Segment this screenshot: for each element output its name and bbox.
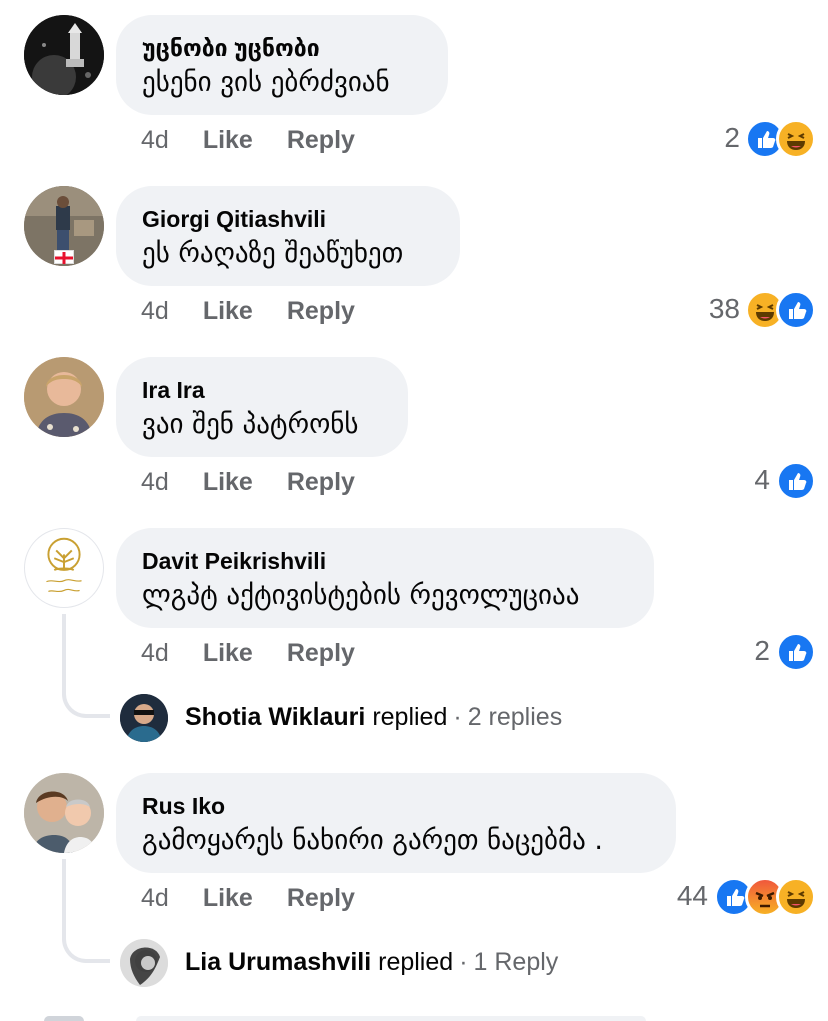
comment-actions: 4d Like Reply <box>141 468 355 497</box>
thread-connector <box>62 859 110 963</box>
reaction-count[interactable]: 2 <box>700 122 740 154</box>
avatar[interactable] <box>24 15 104 95</box>
reply-author[interactable]: Lia Urumashvili <box>185 948 371 976</box>
avatar[interactable] <box>24 773 104 853</box>
like-icon <box>776 290 816 330</box>
georgia-flag-icon <box>54 250 74 264</box>
comment-bubble: უცნობი უცნობი ესენი ვის ებრძვიან <box>116 15 448 115</box>
avatar[interactable] <box>24 186 104 266</box>
comment-text: ესენი ვის ებრძვიან <box>142 67 390 98</box>
like-button[interactable]: Like <box>203 297 253 325</box>
avatar-image <box>120 939 168 987</box>
next-avatar-edge <box>44 1016 84 1021</box>
replies-summary[interactable]: Shotia Wiklauri replied · 2 replies <box>185 703 562 732</box>
reply-button[interactable]: Reply <box>287 126 355 154</box>
comment-actions: 4d Like Reply <box>141 297 355 326</box>
comment-bubble: Giorgi Qitiashvili ეს რაღაზე შეაწუხეთ <box>116 186 460 286</box>
comment-time[interactable]: 4d <box>141 126 169 154</box>
comment-actions: 4d Like Reply <box>141 126 355 155</box>
comment-time[interactable]: 4d <box>141 639 169 667</box>
like-button[interactable]: Like <box>203 639 253 667</box>
comment-time[interactable]: 4d <box>141 297 169 325</box>
comment-actions: 4d Like Reply <box>141 639 355 668</box>
avatar-image <box>24 15 104 95</box>
avatar[interactable] <box>24 357 104 437</box>
like-button[interactable]: Like <box>203 884 253 912</box>
comment-bubble: Ira Ira ვაი შენ პატრონს <box>116 357 408 457</box>
like-icon <box>776 461 816 501</box>
like-button[interactable]: Like <box>203 126 253 154</box>
comment-author[interactable]: Davit Peikrishvili <box>142 547 626 575</box>
reaction-count[interactable]: 44 <box>646 880 708 912</box>
comment-bubble: Davit Peikrishvili ლგპტ აქტივისტების რევ… <box>116 528 654 628</box>
haha-icon <box>776 119 816 159</box>
separator: · <box>453 703 462 731</box>
comment-text: ეს რაღაზე შეაწუხეთ <box>142 238 404 269</box>
avatar[interactable] <box>120 694 168 742</box>
replied-label: replied <box>378 948 454 976</box>
reaction-count[interactable]: 2 <box>730 635 770 667</box>
reaction-count[interactable]: 4 <box>730 464 770 496</box>
like-button[interactable]: Like <box>203 468 253 496</box>
replied-label: replied <box>372 703 448 731</box>
next-bubble-edge <box>136 1016 646 1021</box>
comment-author[interactable]: Giorgi Qitiashvili <box>142 205 432 233</box>
avatar[interactable] <box>120 939 168 987</box>
reply-button[interactable]: Reply <box>287 884 355 912</box>
comment-time[interactable]: 4d <box>141 884 169 912</box>
comment-actions: 4d Like Reply <box>141 884 355 913</box>
comment-time[interactable]: 4d <box>141 468 169 496</box>
comment-text: ლგპტ აქტივისტების რევოლუციაა <box>142 580 580 611</box>
avatar-image <box>24 357 104 437</box>
comment-author[interactable]: Ira Ira <box>142 376 380 404</box>
tree-of-life-logo <box>46 537 82 593</box>
reply-button[interactable]: Reply <box>287 468 355 496</box>
reply-author[interactable]: Shotia Wiklauri <box>185 703 365 731</box>
comment-author[interactable]: Rus Iko <box>142 792 648 820</box>
replies-summary[interactable]: Lia Urumashvili replied · 1 Reply <box>185 948 558 977</box>
avatar-image <box>120 694 168 742</box>
comment-author[interactable]: უცნობი უცნობი <box>142 34 420 62</box>
comment-text: ვაი შენ პატრონს <box>142 409 359 440</box>
comment-bubble: Rus Iko გამოყარეს ნახირი გარეთ ნაცებმა . <box>116 773 676 873</box>
avatar[interactable] <box>24 528 104 608</box>
avatar-image <box>24 773 104 853</box>
haha-icon <box>776 877 816 917</box>
comment-text: გამოყარეს ნახირი გარეთ ნაცებმა . <box>142 825 603 856</box>
replies-count[interactable]: 1 Reply <box>474 948 559 976</box>
reply-button[interactable]: Reply <box>287 639 355 667</box>
reply-button[interactable]: Reply <box>287 297 355 325</box>
separator: · <box>459 948 468 976</box>
reaction-count[interactable]: 38 <box>680 293 740 325</box>
replies-count[interactable]: 2 replies <box>468 703 563 731</box>
thread-connector <box>62 614 110 718</box>
like-icon <box>776 632 816 672</box>
